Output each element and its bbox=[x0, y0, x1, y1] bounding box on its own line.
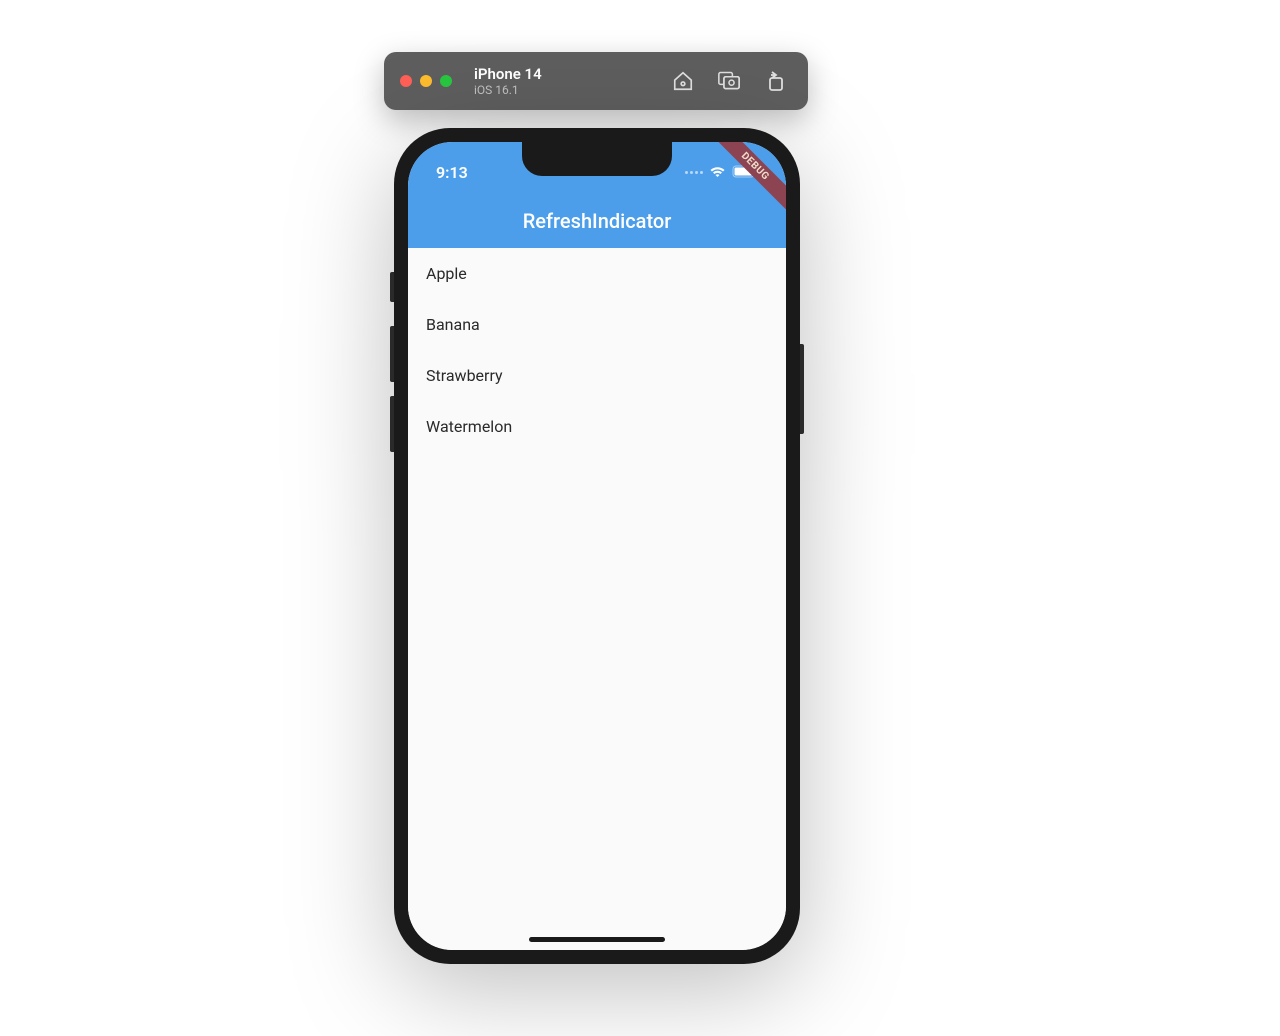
power-button[interactable] bbox=[800, 344, 804, 434]
close-window-button[interactable] bbox=[400, 75, 412, 87]
list-item[interactable]: Strawberry bbox=[408, 350, 786, 401]
phone-simulator: 9:13 bbox=[394, 128, 800, 964]
status-time: 9:13 bbox=[436, 163, 468, 182]
window-traffic-lights bbox=[400, 75, 452, 87]
simulator-control-bar: iPhone 14 iOS 16.1 bbox=[384, 52, 808, 110]
rotate-icon[interactable] bbox=[764, 70, 786, 92]
list-item[interactable]: Apple bbox=[408, 248, 786, 299]
home-indicator[interactable] bbox=[529, 937, 665, 942]
debug-ribbon-label: DEBUG bbox=[710, 142, 786, 211]
list-item[interactable]: Banana bbox=[408, 299, 786, 350]
device-info: iPhone 14 iOS 16.1 bbox=[474, 65, 542, 97]
home-icon[interactable] bbox=[672, 70, 694, 92]
refreshable-list[interactable]: Apple Banana Strawberry Watermelon bbox=[408, 248, 786, 950]
device-os-version: iOS 16.1 bbox=[474, 83, 542, 97]
list-item[interactable]: Watermelon bbox=[408, 401, 786, 452]
device-name: iPhone 14 bbox=[474, 65, 542, 83]
phone-notch bbox=[522, 142, 672, 176]
volume-down-button[interactable] bbox=[390, 396, 394, 452]
cellular-signal-icon bbox=[685, 171, 703, 174]
phone-body: 9:13 bbox=[394, 128, 800, 964]
screenshot-icon[interactable] bbox=[718, 70, 740, 92]
app-bar-title: RefreshIndicator bbox=[523, 209, 672, 233]
debug-banner: DEBUG bbox=[706, 142, 786, 222]
simulator-actions bbox=[672, 70, 792, 92]
volume-up-button[interactable] bbox=[390, 326, 394, 382]
minimize-window-button[interactable] bbox=[420, 75, 432, 87]
maximize-window-button[interactable] bbox=[440, 75, 452, 87]
mute-switch[interactable] bbox=[390, 272, 394, 302]
phone-screen[interactable]: 9:13 bbox=[408, 142, 786, 950]
